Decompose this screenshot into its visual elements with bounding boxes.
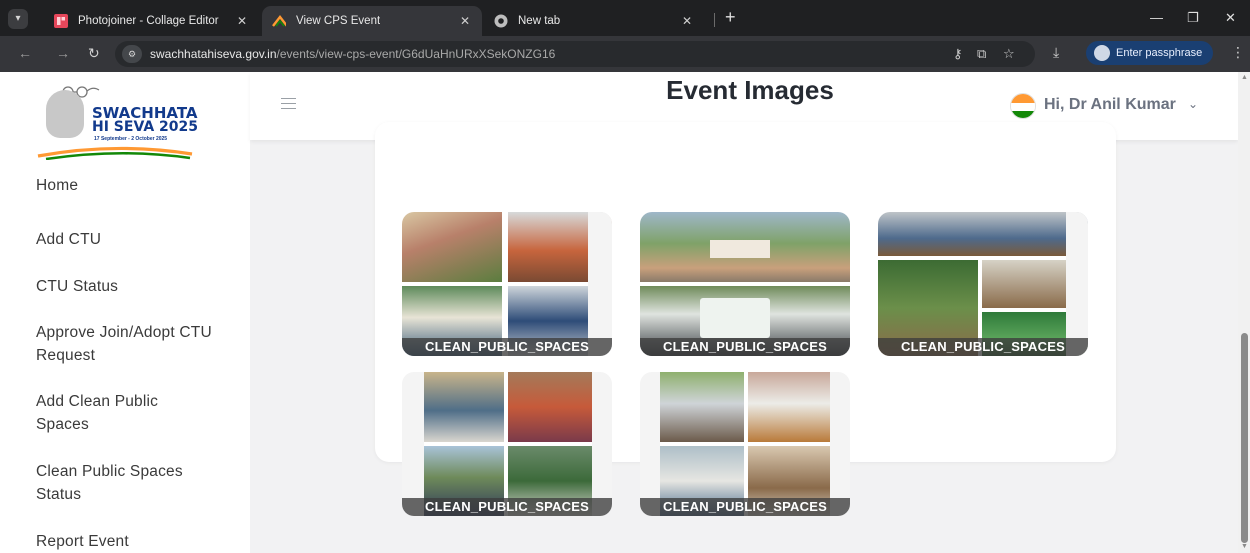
download-icon[interactable]: ⤓	[1053, 44, 1059, 61]
image-category-label: CLEAN_PUBLIC_SPACES	[640, 338, 850, 356]
india-flag-icon	[1010, 93, 1036, 119]
sidebar-item-add-clean-public-spaces[interactable]: Add Clean Public Spaces	[36, 390, 196, 436]
logo-title-2: HI SEVA 2025	[92, 119, 199, 135]
close-icon[interactable]: ✕	[682, 14, 692, 28]
event-image-5[interactable]: CLEAN_PUBLIC_SPACES	[640, 372, 850, 516]
passphrase-label: Enter passphrase	[1116, 47, 1203, 59]
profile-avatar-icon	[1094, 45, 1110, 61]
event-images-card: CLEAN_PUBLIC_SPACES CLEAN_PUBLIC_SPACES …	[375, 122, 1116, 516]
tab-title: View CPS Event	[296, 15, 381, 27]
photojoiner-icon	[54, 14, 68, 28]
collage-photo	[402, 212, 612, 356]
url-text: swachhatahiseva.gov.in/events/view-cps-e…	[150, 47, 555, 61]
site-info-icon[interactable]: ⚙	[122, 45, 142, 63]
collage-photo	[878, 212, 1088, 356]
scrollbar-thumb[interactable]	[1241, 333, 1248, 543]
tab-photojoiner[interactable]: Photojoiner - Collage Editor ✕	[44, 6, 259, 36]
back-arrow-icon[interactable]: ←	[18, 45, 32, 61]
sidebar-item-ctu-status[interactable]: CTU Status	[36, 275, 226, 298]
image-category-label: CLEAN_PUBLIC_SPACES	[878, 338, 1088, 356]
swachhata-hi-seva-logo[interactable]: SWACHHATA HI SEVA 2025 17 September - 2 …	[36, 86, 202, 160]
key-icon[interactable]: ⚷	[953, 46, 963, 62]
bookmark-star-icon[interactable]: ☆	[1003, 46, 1015, 62]
address-bar[interactable]: ⚙ swachhatahiseva.gov.in/events/view-cps…	[115, 41, 1035, 67]
sidebar: SWACHHATA HI SEVA 2025 17 September - 2 …	[0, 72, 250, 553]
sidebar-item-approve-join[interactable]: Approve Join/Adopt CTU Request	[36, 321, 216, 367]
sidebar-item-add-ctu[interactable]: Add CTU	[36, 228, 226, 251]
reload-icon[interactable]: ↻	[88, 45, 100, 62]
sidebar-item-clean-public-spaces-status[interactable]: Clean Public Spaces Status	[36, 460, 216, 506]
scroll-up-arrow-icon[interactable]: ▲	[1241, 74, 1248, 81]
browser-tab-bar: ▾ Photojoiner - Collage Editor ✕ View CP…	[0, 0, 1250, 36]
close-window-icon[interactable]: ✕	[1225, 10, 1236, 26]
tab-separator	[714, 13, 715, 27]
tab-title: New tab	[518, 15, 561, 27]
forward-arrow-icon[interactable]: →	[56, 45, 70, 61]
logo-dates: 17 September - 2 October 2025	[94, 136, 168, 142]
collage-photo	[640, 372, 850, 516]
sidebar-item-home[interactable]: Home	[36, 174, 226, 197]
tab-new-tab[interactable]: New tab ✕	[484, 6, 704, 36]
close-icon[interactable]: ✕	[460, 14, 470, 28]
install-app-icon[interactable]: ⧉	[977, 46, 986, 62]
event-image-4[interactable]: CLEAN_PUBLIC_SPACES	[402, 372, 612, 516]
tab-view-cps-event[interactable]: View CPS Event ✕	[262, 6, 482, 36]
more-menu-icon[interactable]: ⋮	[1231, 44, 1245, 61]
section-title: Event Images	[666, 75, 834, 105]
collage-photo	[402, 372, 612, 516]
image-category-label: CLEAN_PUBLIC_SPACES	[640, 498, 850, 516]
url-path: /events/view-cps-event/G6dUaHnURxXSekONZ…	[276, 47, 556, 61]
collage-photo	[640, 212, 850, 356]
image-category-label: CLEAN_PUBLIC_SPACES	[402, 338, 612, 356]
restore-icon[interactable]: ❐	[1187, 10, 1199, 26]
browser-toolbar: ← → ↻ ⚙ swachhatahiseva.gov.in/events/vi…	[0, 36, 1250, 72]
tab-search-icon[interactable]: ▾	[8, 9, 28, 29]
event-image-2[interactable]: CLEAN_PUBLIC_SPACES	[640, 212, 850, 356]
sidebar-item-report-event[interactable]: Report Event	[36, 530, 226, 553]
minimize-icon[interactable]: —	[1150, 10, 1163, 25]
url-host: swachhatahiseva.gov.in	[150, 47, 277, 61]
image-category-label: CLEAN_PUBLIC_SPACES	[402, 498, 612, 516]
hamburger-menu-icon[interactable]	[281, 98, 296, 109]
chrome-icon	[494, 14, 508, 28]
new-tab-plus-icon[interactable]: +	[725, 8, 736, 26]
tab-title: Photojoiner - Collage Editor	[78, 15, 219, 27]
chevron-down-icon[interactable]: ⌄	[1188, 97, 1198, 111]
swachh-logo-icon	[272, 14, 286, 28]
close-icon[interactable]: ✕	[237, 14, 247, 28]
scroll-down-arrow-icon[interactable]: ▼	[1241, 543, 1248, 550]
event-image-1[interactable]: CLEAN_PUBLIC_SPACES	[402, 212, 612, 356]
tricolor-swoosh	[37, 146, 193, 160]
user-greeting[interactable]: Hi, Dr Anil Kumar	[1044, 96, 1176, 114]
enter-passphrase-button[interactable]: Enter passphrase	[1086, 41, 1213, 65]
gandhi-portrait	[46, 90, 84, 138]
event-image-3[interactable]: CLEAN_PUBLIC_SPACES	[878, 212, 1088, 356]
